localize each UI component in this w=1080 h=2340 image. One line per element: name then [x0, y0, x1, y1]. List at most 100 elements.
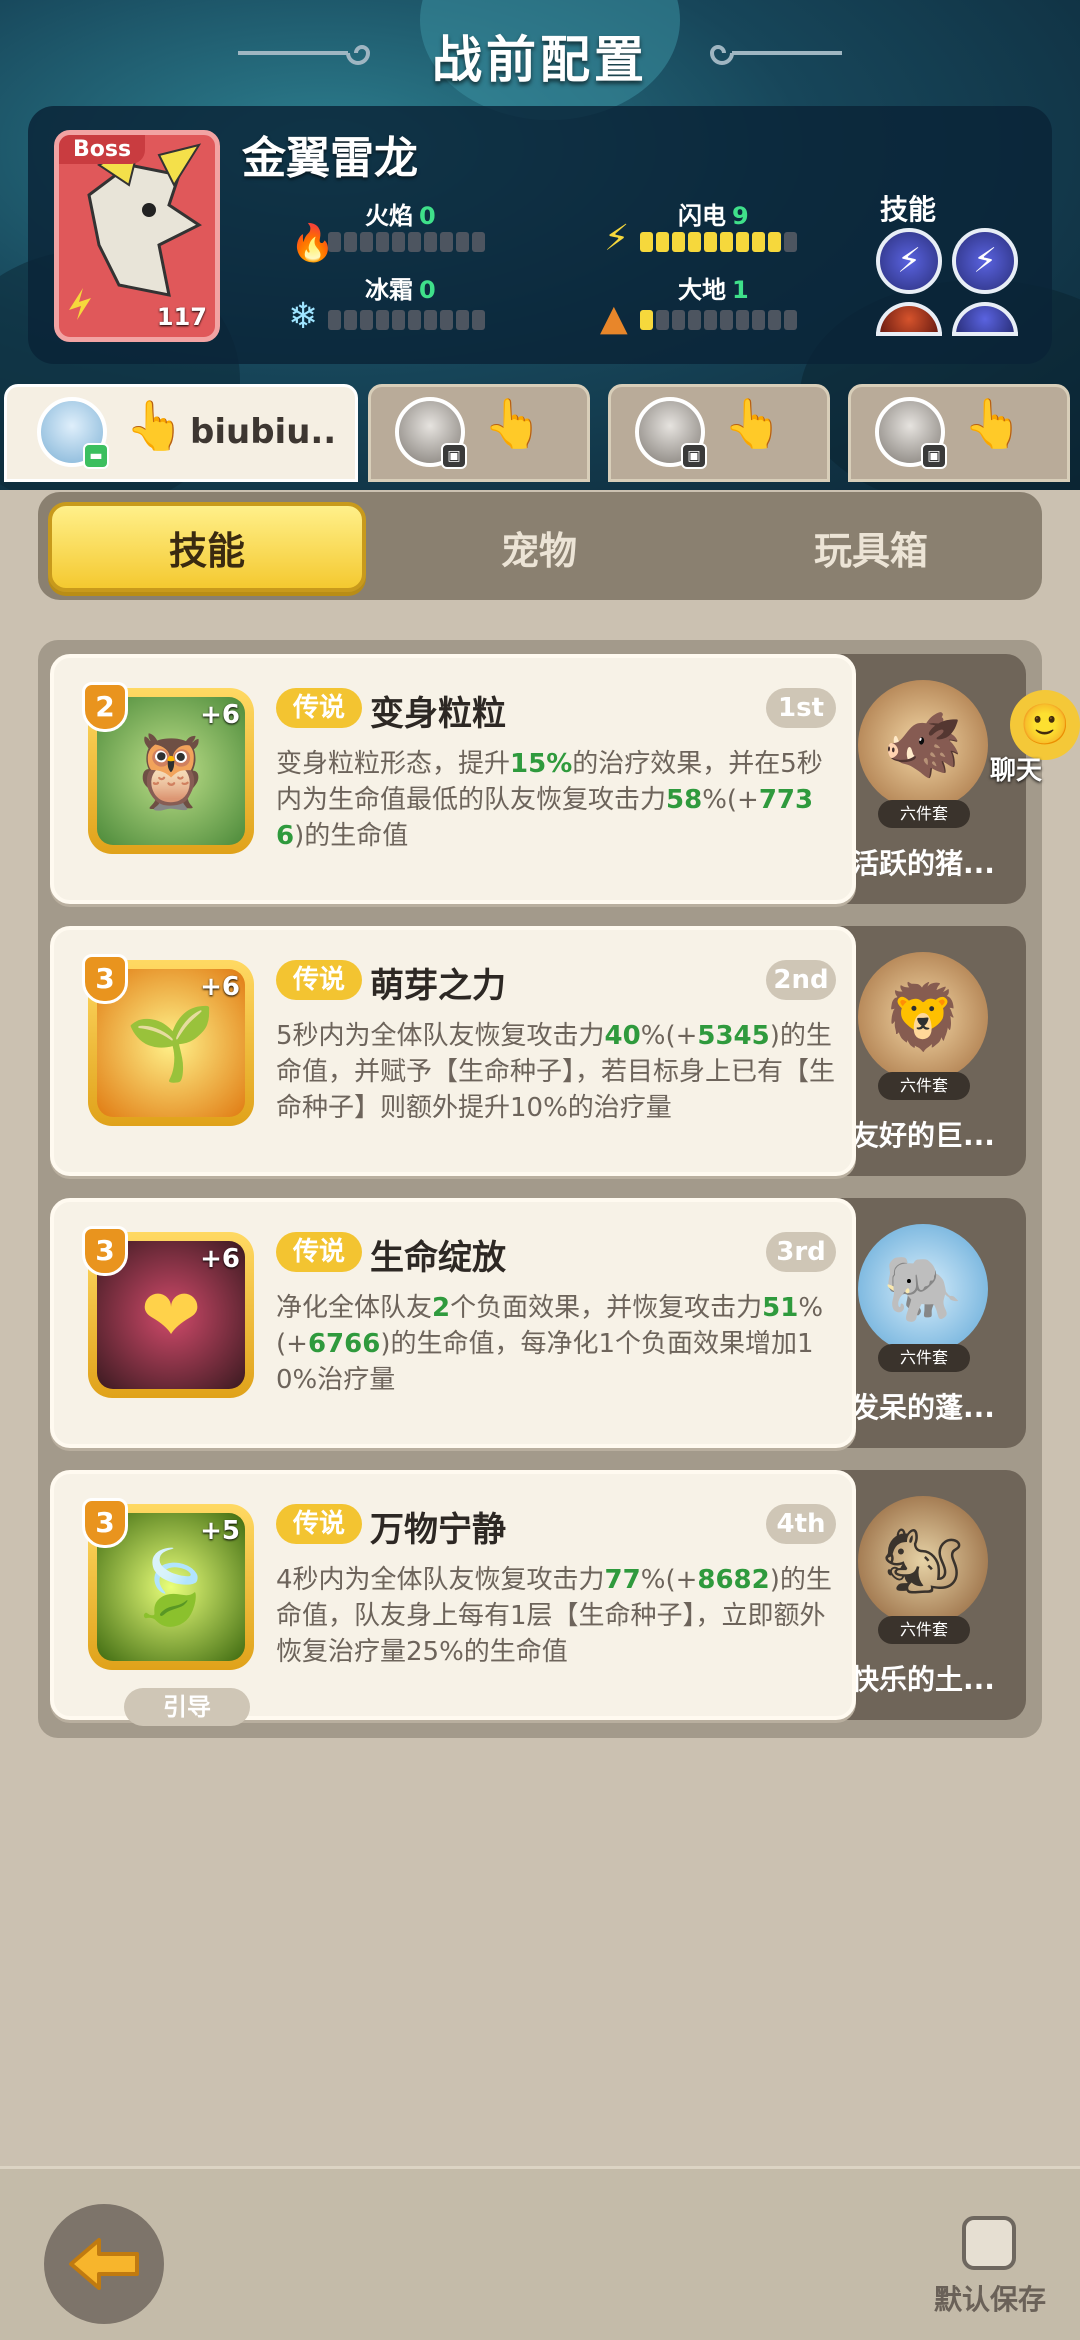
stat-segment: [736, 232, 749, 252]
stat-segment: [456, 310, 469, 330]
tab-skills[interactable]: 技能: [48, 502, 366, 592]
rarity-badge: 传说: [276, 1504, 362, 1544]
description-text: 净化全体队友: [276, 1293, 433, 1323]
skill-plus: +5: [200, 1516, 240, 1546]
description-text: %(+: [640, 1021, 698, 1051]
description-text: 4秒内为全体队友恢复攻击力: [276, 1565, 605, 1595]
default-save-checkbox[interactable]: [962, 2216, 1016, 2270]
player-tab-2[interactable]: ▣ 👆: [368, 384, 590, 482]
stat-segment: [704, 310, 717, 330]
rank-badge: 1st: [766, 688, 836, 728]
stat-segment: [656, 310, 669, 330]
stat-fire-label: 火焰 0: [365, 202, 436, 230]
controller-icon: ▣: [441, 443, 467, 469]
rarity-badge: 传说: [276, 1232, 362, 1272]
stat-segment: [784, 310, 797, 330]
stat-segment: [688, 310, 701, 330]
skill-icon-frame: ❤ 3 +6: [82, 1226, 254, 1398]
highlight-value: 77: [604, 1565, 641, 1595]
skill-icon-frame: 🦉 2 +6: [82, 682, 254, 854]
rank-badge: 4th: [766, 1504, 836, 1544]
boss-level: 117: [156, 303, 207, 331]
giant-pet-icon: 🦁: [858, 952, 988, 1082]
stat-segment: [328, 310, 341, 330]
stat-segment: [768, 310, 781, 330]
set-tag: 六件套: [878, 1616, 970, 1644]
player-avatar: ▣: [395, 397, 467, 469]
chat-label[interactable]: 聊天: [990, 750, 1042, 787]
pointing-hand-icon: 👆: [483, 396, 543, 452]
guide-tag: 引导: [124, 1688, 250, 1726]
stat-segment: [784, 232, 797, 252]
skill-description: 5秒内为全体队友恢复攻击力40%(+5345)的生命值，并赋予【生命种子】，若目…: [276, 1018, 836, 1126]
pointing-hand-icon: 👆: [963, 396, 1023, 452]
skill-name: 萌芽之力: [370, 966, 506, 1006]
skill-icon-frame: 🍃 3 +5: [82, 1498, 254, 1670]
skill-plus: +6: [200, 972, 240, 1002]
boar-pet-icon: 🐗: [858, 680, 988, 810]
skill-card-1[interactable]: 🦉 2 +6 传说 变身粒粒 1st 变身粒粒形态，提升15%的治疗效果，并在5…: [50, 654, 856, 904]
stat-segment: [640, 232, 653, 252]
stat-segment: [440, 232, 453, 252]
stat-segment: [344, 232, 357, 252]
player-tab-3[interactable]: ▣ 👆: [608, 384, 830, 482]
player-avatar: ▣: [635, 397, 707, 469]
player-avatar: ▬: [37, 397, 109, 469]
player-tab-4[interactable]: ▣ 👆: [848, 384, 1070, 482]
stat-segment: [672, 310, 685, 330]
boss-skill-lightning-icon[interactable]: ⚡: [876, 228, 942, 294]
skill-name: 生命绽放: [370, 1238, 506, 1278]
pointing-hand-icon: 👆: [125, 398, 185, 454]
skill-name: 变身粒粒: [370, 694, 506, 734]
highlight-value: 5345: [697, 1021, 770, 1051]
stat-segment: [640, 310, 653, 330]
skill-card-2[interactable]: 🌱 3 +6 传说 萌芽之力 2nd 5秒内为全体队友恢复攻击力40%(+534…: [50, 926, 856, 1176]
tab-pets[interactable]: 宠物: [380, 502, 698, 592]
stat-segment: [656, 232, 669, 252]
stat-segment: [424, 310, 437, 330]
description-text: )的生命值: [294, 821, 409, 851]
stat-segment: [704, 232, 717, 252]
skill-plus: +6: [200, 700, 240, 730]
description-text: 5秒内为全体队友恢复攻击力: [276, 1021, 605, 1051]
stat-lightning-label: 闪电 9: [678, 202, 749, 230]
stat-segment: [720, 310, 733, 330]
stat-segment: [672, 232, 685, 252]
boss-portrait[interactable]: Boss 117: [54, 130, 220, 342]
stat-segment: [376, 232, 389, 252]
tab-toybox[interactable]: 玩具箱: [712, 502, 1030, 592]
highlight-value: 40: [604, 1021, 641, 1051]
stat-lightning-bar: [640, 232, 797, 252]
back-button[interactable]: [44, 2204, 164, 2324]
squirrel-pet-icon: 🐿: [858, 1496, 988, 1626]
stat-segment: [456, 232, 469, 252]
lightning-icon: ⚡: [604, 218, 630, 259]
skill-card-3[interactable]: ❤ 3 +6 传说 生命绽放 3rd 净化全体队友2个负面效果，并恢复攻击力51…: [50, 1198, 856, 1448]
earth-icon: ▲: [600, 298, 628, 339]
highlight-value: 51: [762, 1293, 799, 1323]
stat-fire-bar: [328, 232, 485, 252]
skill-plus: +6: [200, 1244, 240, 1274]
skill-description: 变身粒粒形态，提升15%的治疗效果，并在5秒内为生命值最低的队友恢复攻击力58%…: [276, 746, 836, 854]
stat-segment: [424, 232, 437, 252]
stat-segment: [720, 232, 733, 252]
stat-earth-label: 大地 1: [678, 276, 749, 304]
stat-segment: [328, 232, 341, 252]
highlight-value: 8682: [697, 1565, 770, 1595]
stat-frost-label: 冰霜 0: [365, 276, 436, 304]
stat-segment: [472, 232, 485, 252]
player-name: biubiu..: [190, 412, 337, 452]
boss-skill-storm-icon[interactable]: ⚡: [952, 228, 1018, 294]
default-save-label: 默认保存: [934, 2283, 1047, 2316]
skill-card-4[interactable]: 🍃 3 +5 引导 传说 万物宁静 4th 4秒内为全体队友恢复攻击力77%(+…: [50, 1470, 856, 1726]
highlight-value: 58: [666, 785, 703, 815]
rank-badge: 3rd: [766, 1232, 836, 1272]
description-text: %(+: [702, 785, 759, 815]
rarity-badge: 传说: [276, 688, 362, 728]
page-title: 战前配置: [432, 31, 648, 89]
controller-icon: ▣: [921, 443, 947, 469]
skill-name: 万物宁静: [370, 1510, 506, 1550]
pointing-hand-icon: 👆: [723, 396, 783, 452]
frost-icon: ❄: [288, 296, 319, 337]
back-arrow-icon: [69, 2238, 139, 2290]
